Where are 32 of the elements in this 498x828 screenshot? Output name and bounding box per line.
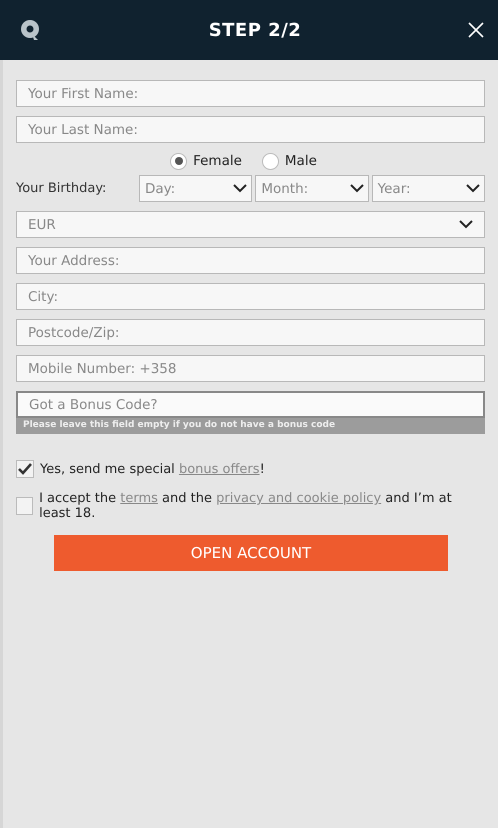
text-field[interactable]: Your First Name: bbox=[16, 80, 485, 107]
text-field[interactable]: City: bbox=[16, 283, 485, 310]
link[interactable]: bonus offers bbox=[178, 462, 260, 476]
close-icon[interactable] bbox=[468, 22, 484, 38]
checkbox[interactable] bbox=[16, 460, 34, 478]
consent-text: Yes, send me special bonus offers! bbox=[40, 462, 265, 476]
checkbox[interactable] bbox=[16, 497, 34, 515]
text-field[interactable]: Postcode/Zip: bbox=[16, 319, 485, 346]
modal-title: STEP 2/2 bbox=[208, 20, 302, 40]
radio-button[interactable] bbox=[262, 152, 279, 170]
text-field[interactable]: Your Last Name: bbox=[16, 116, 485, 143]
link[interactable]: privacy and cookie policy bbox=[216, 491, 382, 506]
radio-label: Male bbox=[284, 153, 317, 169]
bonus-code-field[interactable]: Got a Bonus Code? bbox=[16, 391, 485, 418]
dropdown[interactable]: Month: bbox=[255, 175, 369, 202]
text-field[interactable]: Mobile Number: +358 bbox=[16, 355, 485, 382]
link[interactable]: terms bbox=[120, 491, 158, 506]
chevron-down-icon bbox=[459, 220, 473, 229]
radio-button[interactable] bbox=[170, 152, 188, 170]
text-field[interactable]: Your Address: bbox=[16, 247, 485, 274]
chevron-down-icon bbox=[233, 184, 248, 193]
dropdown[interactable]: Year: bbox=[372, 175, 485, 202]
open-account-button[interactable]: OPEN ACCOUNT bbox=[54, 535, 448, 571]
currency-dropdown[interactable]: EUR bbox=[16, 211, 485, 238]
chevron-down-icon bbox=[466, 184, 480, 193]
consent-text: I accept the terms and the privacy and cookie policy and I’m at least 18. bbox=[39, 491, 453, 521]
logo-icon bbox=[18, 18, 42, 42]
hint-tooltip: Please leave this field empty if you do not have a bonus code bbox=[16, 418, 485, 434]
radio-label: Female bbox=[193, 153, 242, 169]
chevron-down-icon bbox=[350, 184, 364, 193]
birthday-label: Your Birthday: bbox=[16, 181, 108, 196]
dropdown[interactable]: Day: bbox=[139, 175, 252, 202]
